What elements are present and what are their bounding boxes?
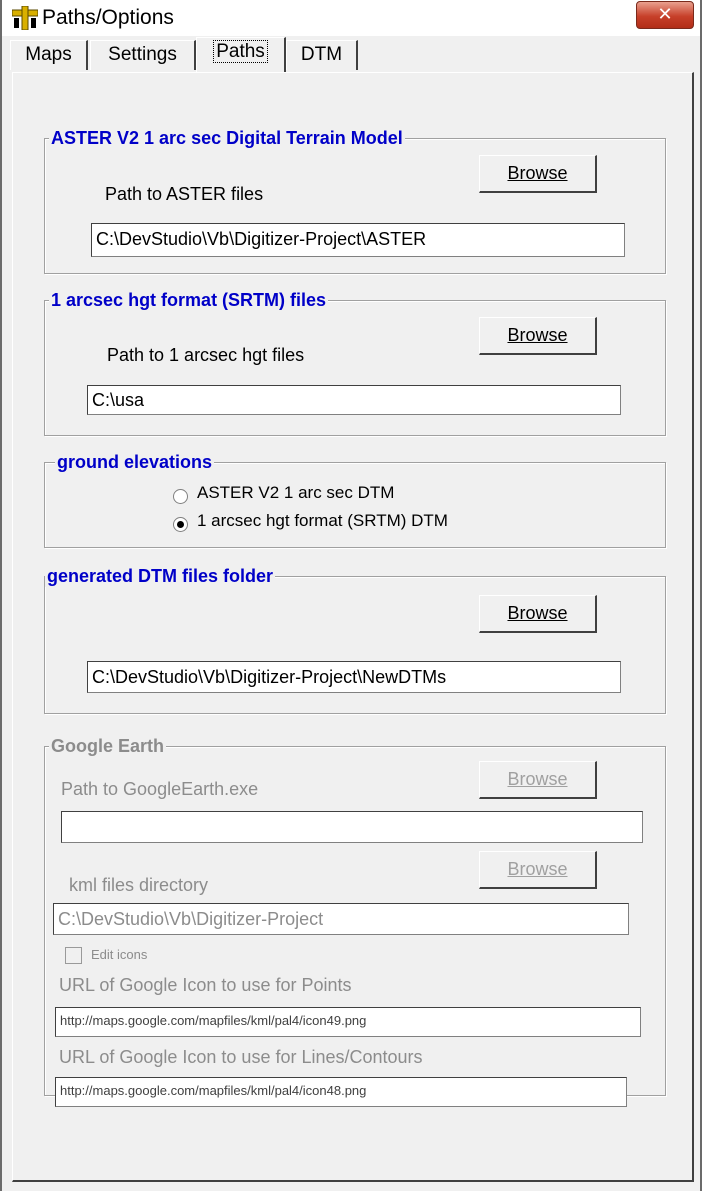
close-icon: ✕ [657,4,673,24]
ground-elevations-group: ground elevations ASTER V2 1 arc sec DTM… [44,451,666,548]
kml-directory-label: kml files directory [69,875,209,895]
lines-icon-url-input[interactable]: http://maps.google.com/mapfiles/kml/pal4… [55,1077,627,1107]
srtm-group: 1 arcsec hgt format (SRTM) files Path to… [44,289,666,436]
points-icon-label: URL of Google Icon to use for Points [59,975,352,995]
ground-elevations-legend: ground elevations [55,451,215,473]
googleearth-exe-browse-label: Browse [507,769,568,789]
points-icon-url-input[interactable]: http://maps.google.com/mapfiles/kml/pal4… [55,1007,641,1037]
google-earth-group: Google Earth Path to GoogleEarth.exe Bro… [44,735,666,1107]
tab-paths[interactable]: Paths [196,37,286,73]
tab-maps[interactable]: Maps [10,40,88,70]
srtm-browse-label: Browse [507,325,568,345]
kml-browse-button[interactable]: Browse [479,851,597,889]
tab-paths-label: Paths [213,40,268,63]
aster-browse-button[interactable]: Browse [479,155,597,193]
googleearth-exe-browse-button[interactable]: Browse [479,761,597,799]
generated-dtm-browse-button[interactable]: Browse [479,595,597,633]
app-icon [12,6,38,30]
generated-dtm-legend: generated DTM files folder [45,565,276,587]
generated-dtm-group: generated DTM files folder Browse C:\Dev… [44,565,666,714]
aster-group: ASTER V2 1 arc sec Digital Terrain Model… [44,127,666,274]
tab-settings[interactable]: Settings [90,40,196,70]
title-bar[interactable]: Paths/Options ✕ [2,0,700,36]
edit-icons-label: Edit icons [91,947,148,962]
radio-selected-dot [177,521,184,528]
aster-browse-label: Browse [507,163,568,183]
tab-settings-label: Settings [108,44,177,65]
srtm-path-label: Path to 1 arcsec hgt files [107,345,305,365]
kml-browse-label: Browse [507,859,568,879]
googleearth-exe-label: Path to GoogleEarth.exe [61,779,259,799]
aster-dtm-radio-label[interactable]: ASTER V2 1 arc sec DTM [197,483,394,503]
srtm-browse-button[interactable]: Browse [479,317,597,355]
google-earth-legend: Google Earth [49,735,167,757]
tab-dtm-label: DTM [300,44,343,65]
tab-dtm[interactable]: DTM [286,40,358,70]
srtm-legend: 1 arcsec hgt format (SRTM) files [49,289,329,311]
aster-legend: ASTER V2 1 arc sec Digital Terrain Model [49,127,405,149]
tab-maps-label: Maps [25,44,72,65]
edit-icons-checkbox[interactable] [65,947,82,964]
generated-dtm-path-input[interactable]: C:\DevStudio\Vb\Digitizer-Project\NewDTM… [87,661,621,693]
googleearth-exe-input[interactable] [61,811,643,843]
srtm-dtm-radio[interactable] [173,517,188,532]
paths-options-window: Paths/Options ✕ Maps Settings Paths DTM … [0,0,702,1191]
srtm-dtm-radio-label[interactable]: 1 arcsec hgt format (SRTM) DTM [197,511,448,531]
kml-directory-input[interactable]: C:\DevStudio\Vb\Digitizer-Project [53,903,629,935]
aster-path-input[interactable]: C:\DevStudio\Vb\Digitizer-Project\ASTER [91,223,625,257]
aster-path-label: Path to ASTER files [105,184,264,204]
srtm-path-input[interactable]: C:\usa [87,385,621,415]
window-title: Paths/Options [42,6,174,29]
generated-dtm-browse-label: Browse [507,603,568,623]
aster-dtm-radio[interactable] [173,489,188,504]
lines-icon-label: URL of Google Icon to use for Lines/Cont… [59,1047,423,1067]
close-button[interactable]: ✕ [636,1,694,29]
